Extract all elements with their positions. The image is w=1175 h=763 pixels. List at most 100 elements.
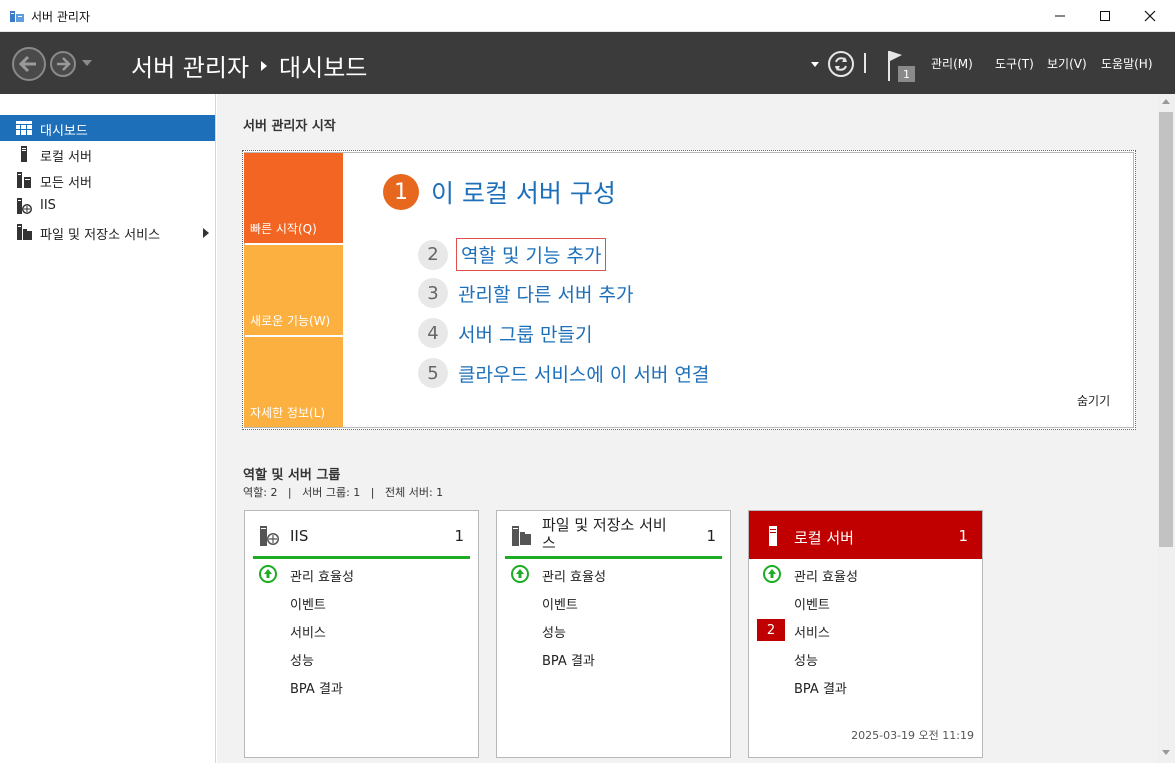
refresh-button[interactable]: [828, 51, 854, 77]
welcome-panel: [242, 150, 1136, 430]
role-tile-local-server[interactable]: 로컬 서버 1 관리 효율성 이벤트 2 서비스 성능 BPA 결과 2025-…: [748, 510, 983, 758]
add-roles-features-link[interactable]: 역할 및 기능 추가: [456, 238, 607, 271]
sidebar-item-label: 로컬 서버: [40, 150, 92, 165]
tab-whats-new[interactable]: 새로운 기능(W): [244, 245, 343, 335]
sidebar-item-dashboard[interactable]: 대시보드: [0, 115, 215, 141]
tile-count: 1: [958, 527, 968, 545]
step-number-badge: 3: [418, 278, 448, 308]
tile-row-events[interactable]: 이벤트: [290, 594, 326, 613]
iis-icon: [260, 526, 279, 546]
scroll-up-icon[interactable]: [1162, 99, 1170, 104]
close-button[interactable]: [1127, 0, 1173, 32]
step-add-roles-features[interactable]: 2 역할 및 기능 추가: [418, 238, 607, 271]
tile-name: IIS: [290, 527, 309, 545]
step-number-badge: 5: [418, 358, 448, 388]
menu-tools[interactable]: 도구(T): [995, 55, 1034, 72]
create-server-group-link[interactable]: 서버 그룹 만들기: [458, 320, 592, 347]
tile-name: 파일 및 저장소 서비 스: [542, 516, 667, 552]
menu-help[interactable]: 도움말(H): [1101, 55, 1153, 72]
tile-row-manageability[interactable]: 관리 효율성: [290, 566, 354, 585]
services-alert-badge[interactable]: 2: [757, 619, 785, 641]
role-tile-file-storage[interactable]: 파일 및 저장소 서비 스 1 관리 효율성 이벤트 성능 BPA 결과: [496, 510, 731, 758]
step-label: 이 로컬 서버 구성: [431, 179, 616, 208]
step-number: 4: [427, 322, 439, 344]
sidebar-item-all-servers[interactable]: 모든 서버: [0, 167, 215, 193]
tile-row-performance[interactable]: 성능: [542, 622, 566, 641]
step-add-servers[interactable]: 3 관리할 다른 서버 추가: [418, 278, 633, 308]
notification-count-badge: 1: [898, 66, 915, 82]
minimize-button[interactable]: [1037, 0, 1083, 32]
tile-row-services[interactable]: 서비스: [794, 622, 830, 641]
tab-label: 자세한 정보(L): [250, 406, 326, 420]
hide-welcome-link[interactable]: 숨기기: [1077, 392, 1110, 409]
tile-row-events[interactable]: 이벤트: [794, 594, 830, 613]
tile-name-line1: 파일 및 저장소 서비: [542, 516, 667, 534]
status-ok-icon: [763, 565, 781, 583]
tile-header[interactable]: 로컬 서버 1: [749, 511, 982, 559]
roles-summary: 역할: 2 | 서버 그룹: 1 | 전체 서버: 1: [243, 486, 444, 499]
add-servers-link[interactable]: 관리할 다른 서버 추가: [458, 280, 633, 307]
breadcrumb-root[interactable]: 서버 관리자: [131, 48, 249, 83]
tile-row-services[interactable]: 서비스: [290, 622, 326, 641]
sidebar-item-file-storage[interactable]: 파일 및 저장소 서비스: [0, 219, 215, 245]
sidebar-item-iis[interactable]: IIS: [0, 193, 215, 219]
menu-view[interactable]: 보기(V): [1047, 55, 1087, 72]
step-number-badge: 1: [383, 174, 419, 210]
notifications-button[interactable]: 1: [886, 49, 918, 83]
back-button[interactable]: [12, 47, 46, 81]
tab-quick-start[interactable]: 빠른 시작(Q): [244, 153, 343, 243]
title-bar: 서버 관리자: [0, 0, 1175, 32]
alert-count: 2: [766, 622, 776, 638]
scroll-down-icon[interactable]: [1162, 750, 1170, 755]
tile-row-bpa[interactable]: BPA 결과: [794, 678, 847, 697]
step-number: 3: [427, 282, 439, 304]
step-create-server-group[interactable]: 4 서버 그룹 만들기: [418, 318, 592, 348]
sidebar-item-label: 대시보드: [40, 124, 88, 139]
file-storage-icon: [17, 224, 32, 240]
step-connect-cloud[interactable]: 5 클라우드 서비스에 이 서버 연결: [418, 358, 709, 388]
tile-name: 로컬 서버: [794, 529, 854, 547]
role-tile-iis[interactable]: IIS 1 관리 효율성 이벤트 서비스 성능 BPA 결과: [244, 510, 479, 758]
tile-row-manageability[interactable]: 관리 효율성: [794, 566, 858, 585]
tile-timestamp: 2025-03-19 오전 11:19: [851, 729, 974, 742]
tab-learn-more[interactable]: 자세한 정보(L): [244, 337, 343, 427]
tile-row-performance[interactable]: 성능: [794, 650, 818, 669]
forward-arrow-icon: [57, 57, 71, 71]
refresh-icon: [835, 57, 847, 71]
history-dropdown-icon[interactable]: [82, 60, 92, 66]
sidebar-item-label: 모든 서버: [40, 176, 92, 191]
header-separator: [864, 53, 866, 73]
tile-row-bpa[interactable]: BPA 결과: [290, 678, 343, 697]
step-number: 1: [394, 179, 408, 205]
status-bar: [505, 556, 722, 559]
tile-row-performance[interactable]: 성능: [290, 650, 314, 669]
notification-count: 1: [903, 67, 910, 81]
tile-header[interactable]: IIS 1: [245, 511, 478, 559]
expand-arrow-icon[interactable]: [203, 228, 209, 238]
sidebar-item-label: IIS: [40, 198, 56, 213]
tile-row-manageability[interactable]: 관리 효율성: [542, 566, 606, 585]
step-number: 2: [427, 244, 439, 265]
configure-local-server-link[interactable]: 1 이 로컬 서버 구성: [383, 174, 616, 210]
connect-cloud-link[interactable]: 클라우드 서비스에 이 서버 연결: [458, 360, 709, 387]
refresh-dropdown-icon[interactable]: [811, 62, 819, 68]
sidebar-item-local-server[interactable]: 로컬 서버: [0, 141, 215, 167]
scrollbar-thumb[interactable]: [1159, 112, 1173, 547]
file-storage-icon: [512, 526, 531, 546]
status-ok-icon: [511, 565, 529, 583]
tile-count: 1: [454, 527, 464, 545]
servers-icon: [17, 172, 31, 188]
back-arrow-icon: [18, 55, 36, 73]
maximize-button[interactable]: [1082, 0, 1128, 32]
forward-button[interactable]: [50, 51, 76, 77]
tile-name-line2: 스: [542, 534, 556, 552]
minimize-icon: [1055, 15, 1065, 17]
tile-header[interactable]: 파일 및 저장소 서비 스 1: [497, 511, 730, 559]
maximize-icon: [1100, 11, 1110, 21]
breadcrumb-separator-icon: [261, 60, 268, 71]
tile-row-events[interactable]: 이벤트: [542, 594, 578, 613]
close-icon: [1144, 10, 1156, 22]
tab-label: 빠른 시작(Q): [250, 222, 317, 236]
menu-manage[interactable]: 관리(M): [931, 55, 973, 72]
tile-row-bpa[interactable]: BPA 결과: [542, 650, 595, 669]
